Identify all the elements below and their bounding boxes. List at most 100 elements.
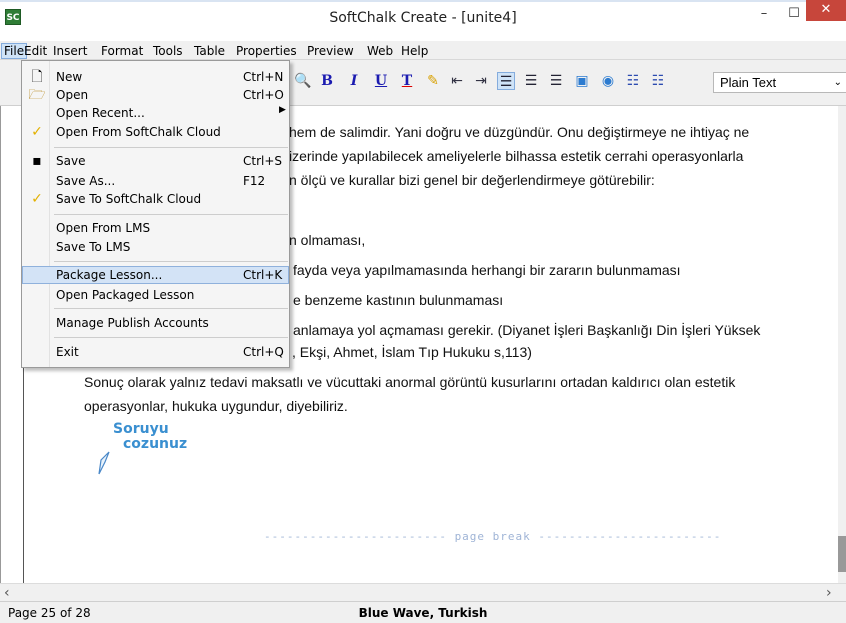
- doc-line-5: fayda veya yapılmamasında herhangi bir z…: [293, 262, 681, 278]
- highlight-pen-icon[interactable]: ✎: [424, 72, 442, 90]
- insert-image-icon[interactable]: ▣: [573, 72, 591, 90]
- align-center-icon[interactable]: ☰: [522, 72, 540, 90]
- submenu-arrow-icon: ▶: [279, 105, 286, 115]
- italic-button[interactable]: I: [345, 72, 363, 90]
- pointer-cursor-icon: [98, 451, 110, 475]
- menu-format[interactable]: Format: [99, 43, 145, 59]
- align-left-icon[interactable]: ☰: [497, 72, 515, 90]
- align-right-icon[interactable]: ☰: [547, 72, 565, 90]
- menu-item-new[interactable]: 🗋 New Ctrl+N: [22, 68, 289, 86]
- menu-item-shortcut: Ctrl+Q: [243, 345, 284, 359]
- menu-separator: [54, 214, 288, 215]
- menu-item-shortcut: Ctrl+O: [243, 88, 284, 102]
- title-bar: SC SoftChalk Create - [unite4] – ☐ ✕: [0, 0, 846, 41]
- menu-item-shortcut: Ctrl+S: [243, 154, 283, 168]
- menu-item-label: Save To LMS: [56, 240, 131, 254]
- menu-item-open-from-lms[interactable]: Open From LMS: [22, 219, 289, 237]
- menu-preview[interactable]: Preview: [305, 43, 356, 59]
- cloud-check-icon: ✓: [31, 191, 43, 207]
- menu-item-label: Package Lesson...: [56, 268, 163, 282]
- underline-button[interactable]: U: [372, 72, 390, 90]
- title-bar-top-strip: [0, 0, 846, 2]
- cloud-check-icon: ✓: [31, 124, 43, 140]
- menu-item-open-packaged-lesson[interactable]: Open Packaged Lesson: [22, 286, 289, 304]
- menu-item-shortcut: Ctrl+N: [243, 70, 284, 84]
- menu-help[interactable]: Help: [399, 43, 430, 59]
- menu-item-label: New: [56, 70, 83, 84]
- doc-line-10: operasyonlar, hukuka uygundur, diyebilir…: [84, 398, 348, 414]
- text-color-button[interactable]: T: [398, 72, 416, 90]
- menu-item-label: Open Packaged Lesson: [56, 288, 195, 302]
- menu-item-save[interactable]: ▪ Save Ctrl+S: [22, 152, 289, 170]
- menu-item-label: Open From SoftChalk Cloud: [56, 125, 221, 139]
- window-title: SoftChalk Create - [unite4]: [329, 10, 517, 26]
- bulleted-list-icon[interactable]: ☷: [624, 72, 642, 90]
- close-button[interactable]: ✕: [806, 0, 846, 21]
- menu-edit[interactable]: Edit: [22, 43, 49, 59]
- menu-separator: [54, 308, 288, 309]
- menu-item-label: Open: [56, 88, 89, 102]
- horizontal-scrollbar[interactable]: ‹ ›: [0, 583, 846, 601]
- vertical-scrollbar[interactable]: [838, 106, 846, 583]
- menu-item-save-to-cloud[interactable]: ✓ Save To SoftChalk Cloud: [22, 190, 289, 208]
- soruyu-text: Soruyu: [113, 421, 169, 437]
- menu-separator: [54, 337, 288, 338]
- menu-bar: File Edit Insert Format Tools Table Prop…: [0, 41, 846, 60]
- menu-item-label: Open Recent...: [56, 106, 145, 120]
- menu-item-label: Exit: [56, 345, 79, 359]
- menu-insert[interactable]: Insert: [51, 43, 89, 59]
- doc-line-7: anlamaya yol açmaması gerekir. (Diyanet …: [293, 322, 761, 338]
- scroll-left-icon[interactable]: ‹: [4, 585, 10, 601]
- insert-link-globe-icon[interactable]: ◉: [599, 72, 617, 90]
- save-disk-icon: ▪: [32, 153, 42, 169]
- outdent-icon[interactable]: ⇤: [448, 72, 466, 90]
- doc-line-8: , Ekşi, Ahmet, İslam Tıp Hukuku s,113): [292, 344, 532, 360]
- new-document-icon: 🗋: [31, 69, 43, 85]
- menu-item-label: Manage Publish Accounts: [56, 316, 209, 330]
- menu-item-label: Open From LMS: [56, 221, 151, 235]
- paragraph-style-value: Plain Text: [720, 75, 777, 90]
- menu-item-shortcut: F12: [243, 174, 266, 188]
- menu-item-label: Save To SoftChalk Cloud: [56, 192, 202, 206]
- menu-table[interactable]: Table: [192, 43, 227, 59]
- menu-item-label: Save: [56, 154, 86, 168]
- open-folder-icon: 🗁: [28, 87, 46, 103]
- maximize-button[interactable]: ☐: [780, 4, 808, 24]
- file-menu-dropdown: 🗋 New Ctrl+N 🗁 Open Ctrl+O Open Recent..…: [21, 60, 290, 368]
- minimize-button[interactable]: –: [750, 4, 778, 24]
- menu-item-label: Save As...: [56, 174, 116, 188]
- soruyu-cozunuz-link[interactable]: Soruyu cozunuz: [113, 422, 187, 452]
- chevron-down-icon: ⌄: [833, 77, 842, 88]
- theme-name: Blue Wave, Turkish: [358, 606, 488, 620]
- doc-line-3: n ölçü ve kurallar bizi genel bir değerl…: [289, 172, 655, 188]
- menu-separator: [54, 147, 288, 148]
- cozunuz-text: cozunuz: [123, 436, 188, 452]
- menu-item-save-to-lms[interactable]: Save To LMS: [22, 238, 289, 256]
- menu-web[interactable]: Web: [365, 43, 395, 59]
- menu-item-save-as[interactable]: Save As... F12: [22, 172, 289, 190]
- menu-tools[interactable]: Tools: [151, 43, 185, 59]
- indent-icon[interactable]: ⇥: [472, 72, 490, 90]
- menu-item-manage-publish-accounts[interactable]: Manage Publish Accounts: [22, 314, 289, 332]
- menu-item-open-from-cloud[interactable]: ✓ Open From SoftChalk Cloud: [22, 123, 289, 141]
- menu-separator: [54, 261, 288, 262]
- vertical-scroll-thumb[interactable]: [838, 536, 846, 572]
- spell-check-icon[interactable]: 🔍: [294, 72, 312, 90]
- menu-properties[interactable]: Properties: [234, 43, 299, 59]
- menu-item-exit[interactable]: Exit Ctrl+Q: [22, 343, 289, 361]
- numbered-list-icon[interactable]: ☷: [649, 72, 667, 90]
- menu-item-open[interactable]: 🗁 Open Ctrl+O: [22, 86, 289, 104]
- bold-button[interactable]: B: [318, 72, 336, 90]
- status-bar: Page 25 of 28 Blue Wave, Turkish: [0, 601, 846, 623]
- doc-line-4: n olmaması,: [289, 232, 366, 248]
- doc-line-2: izerinde yapılabilecek ameliyelerle bilh…: [289, 148, 744, 164]
- doc-line-6: e benzeme kastının bulunmaması: [293, 292, 504, 308]
- menu-item-package-lesson[interactable]: Package Lesson... Ctrl+K: [22, 266, 289, 284]
- scroll-right-icon[interactable]: ›: [826, 585, 832, 601]
- page-break-marker: ------------------------ page break ----…: [264, 530, 722, 543]
- doc-line-1: hem de salimdir. Yani doğru ve düzgündür…: [289, 124, 750, 140]
- doc-line-9: Sonuç olarak yalnız tedavi maksatlı ve v…: [84, 374, 736, 390]
- menu-item-open-recent[interactable]: Open Recent... ▶: [22, 104, 289, 122]
- paragraph-style-select[interactable]: Plain Text ⌄: [713, 72, 846, 93]
- menu-item-shortcut: Ctrl+K: [243, 268, 283, 282]
